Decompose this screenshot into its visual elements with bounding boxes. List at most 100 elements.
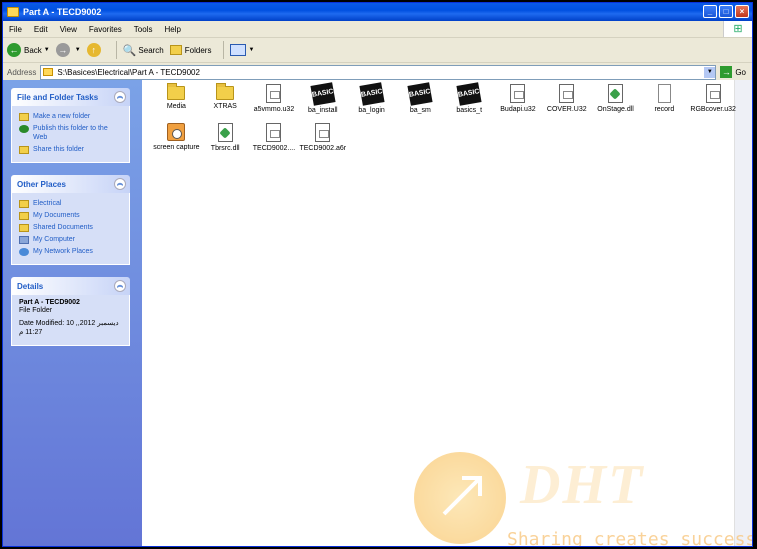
explorer-window: Part A - TECD9002 _ □ × File Edit View F… bbox=[2, 2, 753, 547]
file-name: ba_sm bbox=[409, 107, 431, 114]
file-name: TECD9002.a6r bbox=[299, 145, 347, 152]
file-item[interactable]: XTRAS bbox=[201, 80, 250, 115]
file-item[interactable]: BASICS ba_login bbox=[347, 80, 396, 115]
file-list[interactable]: Media XTRAS a5vmmo.u32 BASICS ba_install BASI… bbox=[142, 80, 752, 546]
panel-title: Other Places bbox=[17, 179, 66, 189]
toolbar: ← Back ▼ → ▼ ↑ 🔍 Search Folders ▼ bbox=[3, 38, 752, 63]
watermark-tagline: Sharing creates success bbox=[507, 529, 753, 547]
file-item[interactable]: Tbrsrc.dll bbox=[201, 119, 250, 153]
address-input[interactable]: S:\Basices\Electrical\Part A - TECD9002 … bbox=[40, 64, 717, 80]
window-title: Part A - TECD9002 bbox=[23, 7, 102, 17]
up-folder-button[interactable]: ↑ bbox=[86, 43, 104, 57]
views-button[interactable]: ▼ bbox=[230, 44, 254, 56]
place-my-network[interactable]: My Network Places bbox=[19, 247, 123, 256]
panel-header[interactable]: File and Folder Tasks ︽ bbox=[11, 88, 130, 106]
place-label: Electrical bbox=[33, 200, 62, 207]
file-name: OnStage.dll bbox=[597, 106, 634, 113]
doc-icon bbox=[266, 123, 282, 142]
folders-button[interactable]: Folders bbox=[169, 45, 211, 55]
forward-arrow-icon: → bbox=[55, 43, 70, 57]
menu-edit[interactable]: Edit bbox=[28, 25, 54, 34]
chevron-down-icon[interactable]: ▼ bbox=[75, 47, 81, 53]
file-name: Media bbox=[166, 103, 186, 110]
task-make-new-folder[interactable]: Make a new folder bbox=[19, 112, 123, 121]
place-shared-documents[interactable]: Shared Documents bbox=[19, 223, 123, 232]
chevron-down-icon[interactable]: ▼ bbox=[248, 47, 254, 53]
place-label: My Network Places bbox=[33, 248, 93, 255]
file-item[interactable]: screen capture bbox=[152, 119, 201, 153]
menu-tools[interactable]: Tools bbox=[128, 25, 159, 34]
dll-icon bbox=[608, 84, 624, 103]
file-item[interactable]: Media bbox=[152, 80, 201, 115]
place-my-documents[interactable]: My Documents bbox=[19, 211, 123, 220]
file-item[interactable]: BASICS ba_sm bbox=[396, 80, 445, 115]
file-item[interactable]: TECD9002.... bbox=[250, 119, 299, 153]
search-label: Search bbox=[138, 45, 164, 55]
details-panel: Details ︽ Part A - TECD9002 File Folder … bbox=[11, 277, 130, 346]
shared-folder-icon bbox=[19, 224, 29, 232]
search-button[interactable]: 🔍 Search bbox=[123, 44, 164, 57]
doc-icon bbox=[559, 84, 575, 103]
details-name: Part A - TECD9002 bbox=[19, 299, 80, 306]
windows-logo-icon: ⊞ bbox=[723, 21, 752, 37]
panel-title: Details bbox=[17, 281, 44, 291]
minimize-button[interactable]: _ bbox=[703, 5, 717, 18]
folder-icon bbox=[167, 83, 186, 100]
file-item[interactable]: COVER.U32 bbox=[542, 80, 591, 115]
folder-icon bbox=[7, 7, 19, 17]
forward-button[interactable]: → ▼ bbox=[55, 43, 81, 57]
panel-header[interactable]: Details ︽ bbox=[11, 277, 130, 295]
place-electrical[interactable]: Electrical bbox=[19, 199, 123, 208]
file-name: Budapi.u32 bbox=[500, 106, 536, 113]
title-bar[interactable]: Part A - TECD9002 _ □ × bbox=[3, 3, 752, 21]
task-pane: File and Folder Tasks ︽ Make a new folde… bbox=[3, 80, 142, 546]
place-my-computer[interactable]: My Computer bbox=[19, 235, 123, 244]
file-item[interactable]: BASICS ba_install bbox=[298, 80, 347, 115]
details-modified: Date Modified: 10 ,ديسمبر 2012, 11:27 م bbox=[19, 320, 119, 336]
file-item[interactable]: a5vmmo.u32 bbox=[250, 80, 299, 115]
maximize-button[interactable]: □ bbox=[719, 5, 733, 18]
file-name: ba_login bbox=[358, 107, 385, 114]
task-label: Share this folder bbox=[33, 146, 84, 153]
file-name: TECD9002.... bbox=[252, 145, 296, 152]
file-name: COVER.U32 bbox=[546, 106, 587, 113]
collapse-icon[interactable]: ︽ bbox=[114, 280, 126, 292]
documents-icon bbox=[19, 212, 29, 220]
chevron-down-icon[interactable]: ▼ bbox=[44, 47, 50, 53]
dll-icon bbox=[217, 123, 233, 142]
watermark-logo-icon bbox=[414, 452, 506, 544]
basics-icon: BASICS bbox=[456, 82, 485, 106]
file-name: basics_t bbox=[456, 107, 483, 114]
file-item[interactable]: BASICS basics_t bbox=[445, 80, 494, 115]
file-item[interactable]: TECD9002.a6r bbox=[298, 119, 347, 153]
back-arrow-icon: ← bbox=[7, 43, 21, 57]
menu-view[interactable]: View bbox=[54, 25, 83, 34]
task-share-folder[interactable]: Share this folder bbox=[19, 145, 123, 154]
file-name: screen capture bbox=[153, 144, 200, 151]
file-item[interactable]: Budapi.u32 bbox=[494, 80, 543, 115]
file-item[interactable]: OnStage.dll bbox=[591, 80, 640, 115]
file-item[interactable]: RGBcover.u32 bbox=[689, 80, 738, 115]
collapse-icon[interactable]: ︽ bbox=[114, 178, 126, 190]
folder-icon bbox=[43, 68, 54, 76]
task-publish-web[interactable]: Publish this folder to the Web bbox=[19, 124, 123, 142]
go-button[interactable]: → Go bbox=[720, 66, 746, 78]
file-name: XTRAS bbox=[213, 103, 237, 110]
back-button[interactable]: ← Back ▼ bbox=[7, 43, 50, 57]
folder-icon bbox=[216, 83, 235, 100]
menu-file[interactable]: File bbox=[3, 25, 28, 34]
panel-header[interactable]: Other Places ︽ bbox=[11, 175, 130, 193]
toolbar-divider bbox=[115, 41, 117, 59]
toolbar-divider bbox=[223, 41, 225, 59]
file-item[interactable]: record bbox=[640, 80, 689, 115]
menu-favorites[interactable]: Favorites bbox=[83, 25, 128, 34]
doc-icon bbox=[315, 123, 331, 142]
file-folder-tasks-panel: File and Folder Tasks ︽ Make a new folde… bbox=[11, 88, 130, 163]
search-icon: 🔍 bbox=[122, 44, 137, 57]
chevron-down-icon[interactable]: ▼ bbox=[704, 66, 716, 78]
collapse-icon[interactable]: ︽ bbox=[114, 91, 126, 103]
file-name: Tbrsrc.dll bbox=[210, 145, 240, 152]
close-button[interactable]: × bbox=[735, 5, 749, 18]
basics-icon: BASICS bbox=[359, 82, 387, 106]
menu-help[interactable]: Help bbox=[158, 25, 186, 34]
